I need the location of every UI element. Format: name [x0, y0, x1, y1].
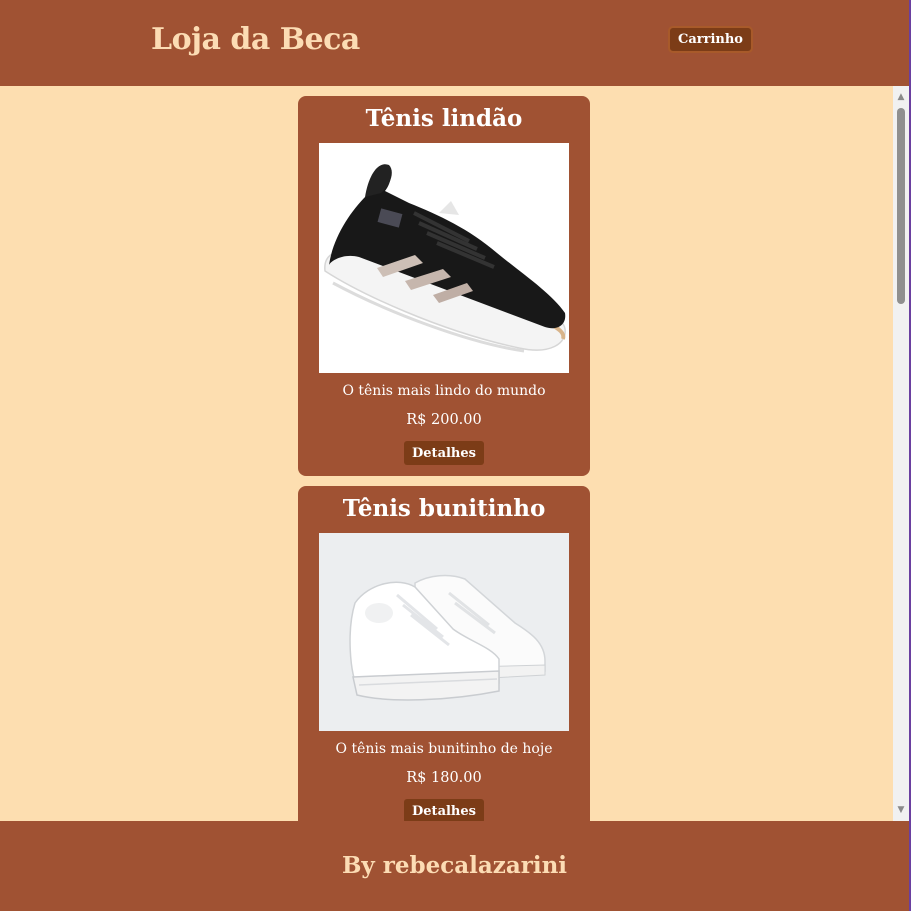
footer-credit: By rebecalazarini	[341, 852, 568, 879]
details-button[interactable]: Detalhes	[404, 441, 484, 465]
cart-button[interactable]: Carrinho	[668, 26, 753, 53]
scroll-down-icon[interactable]: ▼	[893, 802, 909, 818]
white-sneakers-image	[319, 533, 569, 731]
product-description: O tênis mais lindo do mundo	[342, 383, 546, 399]
vertical-scrollbar[interactable]: ▲ ▼	[893, 86, 909, 821]
product-price: R$ 200.00	[406, 412, 482, 428]
product-title: Tênis lindão	[365, 105, 523, 132]
product-card: Tênis bunitinho O tênis mais bunitinho d…	[298, 486, 590, 821]
scroll-up-icon[interactable]: ▲	[893, 89, 909, 105]
product-card: Tênis lindão O tênis mais lindo do mundo…	[298, 96, 590, 476]
white-sneakers-icon	[319, 533, 569, 731]
product-description: O tênis mais bunitinho de hoje	[335, 741, 553, 757]
scroll-thumb[interactable]	[897, 108, 905, 304]
black-sneaker-icon	[319, 143, 569, 373]
site-header: Loja da Beca Carrinho	[0, 0, 909, 86]
black-sneaker-image	[319, 143, 569, 373]
site-footer: By rebecalazarini	[0, 821, 909, 911]
site-logo[interactable]: Loja da Beca	[151, 22, 360, 57]
product-list[interactable]: Tênis lindão O tênis mais lindo do mundo…	[0, 86, 893, 821]
product-title: Tênis bunitinho	[342, 495, 546, 522]
product-price: R$ 180.00	[406, 770, 482, 786]
details-button[interactable]: Detalhes	[404, 799, 484, 821]
